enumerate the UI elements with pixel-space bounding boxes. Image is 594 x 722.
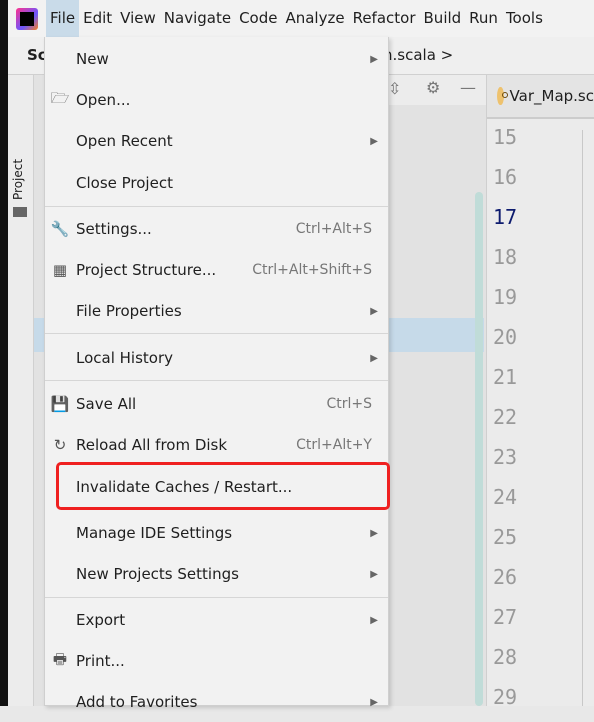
- fold-guide: [582, 130, 583, 706]
- menu-item-open-recent[interactable]: Open Recent ▶: [45, 121, 388, 161]
- collapse-all-icon[interactable]: ⇳: [388, 79, 401, 98]
- project-panel-toolbar: ⇳ ⚙ —: [380, 75, 486, 105]
- menu-item-label: Print...: [76, 652, 125, 670]
- menu-item-add-to-favorites[interactable]: Add to Favorites ▶: [45, 682, 388, 722]
- menu-analyze[interactable]: Analyze: [281, 0, 348, 37]
- submenu-arrow-icon: ▶: [370, 352, 378, 364]
- menu-item-settings[interactable]: 🔧 Settings... Ctrl+Alt+S: [45, 209, 388, 249]
- folder-icon: [13, 207, 27, 217]
- intellij-logo-icon: [16, 7, 38, 30]
- menu-item-label: Add to Favorites: [76, 693, 198, 711]
- menu-item-open[interactable]: 🗁 Open...: [45, 80, 388, 120]
- breadcrumb-file[interactable]: h.scala >: [383, 46, 453, 64]
- save-icon: 💾: [50, 395, 70, 413]
- line-number: 25: [493, 525, 518, 549]
- line-number: 15: [493, 125, 518, 149]
- shortcut-label: Ctrl+Alt+Y: [296, 437, 372, 453]
- menu-separator: [45, 380, 388, 381]
- wrench-icon: 🔧: [50, 220, 70, 238]
- gear-icon[interactable]: ⚙: [426, 78, 440, 97]
- line-number: 21: [493, 365, 518, 389]
- menu-item-export[interactable]: Export ▶: [45, 600, 388, 640]
- submenu-arrow-icon: ▶: [370, 614, 378, 626]
- menu-separator: [45, 597, 388, 598]
- shortcut-label: Ctrl+Alt+Shift+S: [252, 262, 372, 278]
- line-number: 29: [493, 685, 518, 709]
- menu-item-label: File Properties: [76, 302, 182, 320]
- line-number: 23: [493, 445, 518, 469]
- shortcut-label: Ctrl+Alt+S: [295, 221, 372, 237]
- shortcut-label: Ctrl+S: [326, 396, 372, 412]
- submenu-arrow-icon: ▶: [370, 135, 378, 147]
- menu-item-new[interactable]: New ▶: [45, 39, 388, 79]
- line-number: 17: [493, 205, 518, 229]
- menu-code[interactable]: Code: [235, 0, 281, 37]
- menu-refactor[interactable]: Refactor: [349, 0, 420, 37]
- menu-item-manage-ide-settings[interactable]: Manage IDE Settings ▶: [45, 513, 388, 553]
- menu-separator: [45, 206, 388, 207]
- tool-window-strip: Project: [8, 75, 34, 706]
- line-number: 18: [493, 245, 518, 269]
- menu-item-local-history[interactable]: Local History ▶: [45, 338, 388, 378]
- submenu-arrow-icon: ▶: [370, 53, 378, 65]
- menu-view[interactable]: View: [116, 0, 160, 37]
- scrollbar[interactable]: [475, 192, 483, 706]
- submenu-arrow-icon: ▶: [370, 305, 378, 317]
- menu-item-label: Manage IDE Settings: [76, 524, 233, 542]
- menu-item-close-project[interactable]: Close Project: [45, 163, 388, 203]
- menu-item-label: Save All: [76, 395, 137, 413]
- editor-tab-label: Var_Map.sc: [509, 87, 594, 105]
- menu-tools[interactable]: Tools: [502, 0, 547, 37]
- line-number: 22: [493, 405, 518, 429]
- menu-item-file-properties[interactable]: File Properties ▶: [45, 291, 388, 331]
- project-structure-icon: ▦: [52, 261, 68, 279]
- menu-edit[interactable]: Edit: [79, 0, 116, 37]
- menu-item-label: Local History: [76, 349, 174, 367]
- highlight-box: [56, 462, 390, 510]
- minimize-icon[interactable]: —: [460, 78, 476, 97]
- menu-item-save-all[interactable]: 💾 Save All Ctrl+S: [45, 384, 388, 424]
- menu-item-label: Open...: [76, 91, 131, 109]
- menu-item-project-structure[interactable]: ▦ Project Structure... Ctrl+Alt+Shift+S: [45, 250, 388, 290]
- menu-item-print[interactable]: 🖶 Print...: [45, 641, 388, 681]
- menu-run[interactable]: Run: [465, 0, 502, 37]
- menu-bar: File Edit View Navigate Code Analyze Refactor B…: [8, 0, 594, 37]
- menu-item-reload-all-from-disk[interactable]: ↻ Reload All from Disk Ctrl+Alt+Y: [45, 425, 388, 465]
- line-number: 26: [493, 565, 518, 589]
- folder-icon: 🗁: [50, 88, 70, 107]
- menu-item-label: Export: [76, 611, 126, 629]
- submenu-arrow-icon: ▶: [370, 568, 378, 580]
- line-number: 20: [493, 325, 518, 349]
- submenu-arrow-icon: ▶: [370, 527, 378, 539]
- menu-item-label: New: [76, 50, 109, 68]
- menu-separator: [45, 333, 388, 334]
- menu-item-label: Settings...: [76, 220, 152, 238]
- line-number: 16: [493, 165, 518, 189]
- screen-edge: [0, 0, 8, 706]
- editor-tab[interactable]: Var_Map.sc: [487, 75, 594, 119]
- menu-build[interactable]: Build: [420, 0, 466, 37]
- menu-item-label: New Projects Settings: [76, 565, 239, 583]
- menu-item-label: Reload All from Disk: [76, 436, 228, 454]
- reload-icon: ↻: [53, 436, 67, 454]
- line-number: 24: [493, 485, 518, 509]
- menu-item-label: Project Structure...: [76, 261, 217, 279]
- print-icon: 🖶: [52, 649, 68, 668]
- menu-item-label: Close Project: [76, 174, 173, 192]
- project-tool-button[interactable]: Project: [11, 159, 25, 200]
- menu-item-new-projects-settings[interactable]: New Projects Settings ▶: [45, 554, 388, 594]
- menu-item-label: Open Recent: [76, 132, 173, 150]
- menu-navigate[interactable]: Navigate: [160, 0, 235, 37]
- scala-worksheet-icon: [497, 87, 508, 105]
- menu-file[interactable]: File: [46, 0, 80, 37]
- line-number: 27: [493, 605, 518, 629]
- file-menu: New ▶ 🗁 Open... Open Recent ▶ Close Project 🔧 Se…: [44, 37, 389, 711]
- line-number: 28: [493, 645, 518, 669]
- line-number: 19: [493, 285, 518, 309]
